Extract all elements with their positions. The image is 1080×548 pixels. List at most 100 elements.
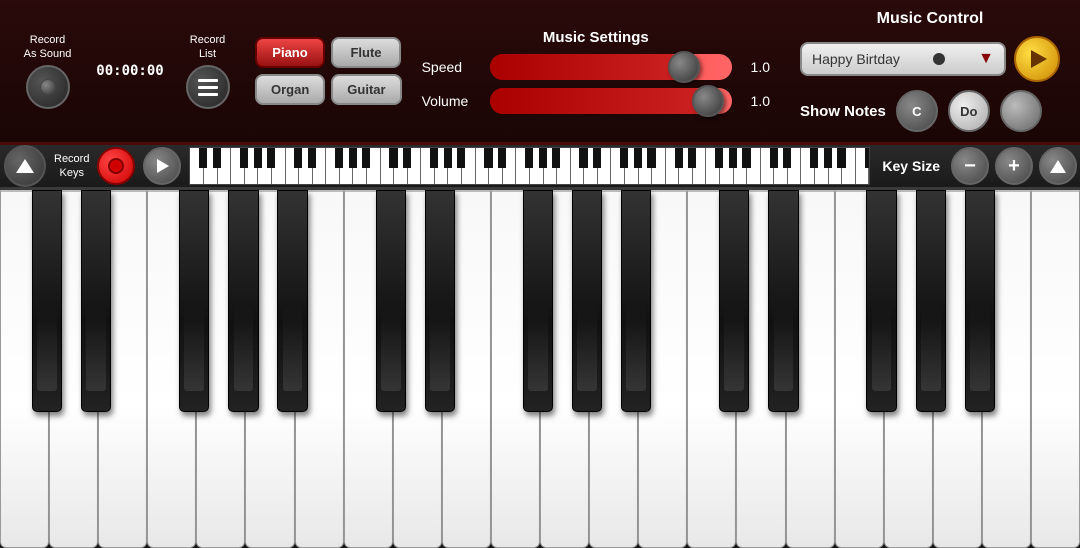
piano-black-key-0-1[interactable] <box>81 190 111 412</box>
key-size-label: Key Size <box>882 158 940 174</box>
mini-black-key <box>267 148 275 168</box>
mini-black-key <box>484 148 492 168</box>
instrument-guitar-button[interactable]: Guitar <box>331 74 401 105</box>
song-select-dropdown[interactable]: Happy Birtday ▼ <box>800 42 1006 76</box>
instrument-flute-button[interactable]: Flute <box>331 37 401 68</box>
scroll-up-icon <box>16 159 34 173</box>
record-list-section: RecordList <box>175 33 240 110</box>
mini-black-key <box>457 148 465 168</box>
piano-black-key-0-3[interactable] <box>179 190 209 412</box>
mini-black-key <box>742 148 750 168</box>
mini-black-key <box>770 148 778 168</box>
show-notes-row: Show Notes C Do <box>800 90 1060 132</box>
song-name-text: Happy Birtday <box>812 51 900 67</box>
mini-black-key <box>810 148 818 168</box>
key-size-increase-button[interactable]: + <box>995 147 1033 185</box>
record-as-sound-button[interactable] <box>26 65 70 109</box>
mini-black-key <box>240 148 248 168</box>
music-settings-title: Music Settings <box>543 29 649 46</box>
key-size-reset-button[interactable] <box>1039 147 1077 185</box>
mini-black-key <box>444 148 452 168</box>
top-bar: RecordAs Sound 00:00:00 RecordList Piano… <box>0 0 1080 145</box>
volume-slider-fill <box>490 88 708 114</box>
speed-label: Speed <box>422 59 482 75</box>
mini-black-key <box>579 148 587 168</box>
mini-black-key <box>254 148 262 168</box>
mini-black-key <box>539 148 547 168</box>
timer-display: 00:00:00 <box>95 63 165 79</box>
piano-black-key-2-3[interactable] <box>866 190 896 412</box>
record-list-button[interactable] <box>186 65 230 109</box>
mini-black-key <box>403 148 411 168</box>
piano-black-key-1-0[interactable] <box>376 190 406 412</box>
piano-black-key-2-4[interactable] <box>916 190 946 412</box>
music-control-title: Music Control <box>800 10 1060 28</box>
mini-black-key <box>199 148 207 168</box>
record-keys-label: RecordKeys <box>54 152 89 181</box>
record-keys-button[interactable] <box>97 147 135 185</box>
instrument-piano-button[interactable]: Piano <box>255 37 325 68</box>
mini-black-key <box>308 148 316 168</box>
piano-black-key-0-0[interactable] <box>32 190 62 412</box>
mini-black-key <box>294 148 302 168</box>
music-settings-section: Music Settings Speed 1.0 Volume 1.0 <box>412 29 780 114</box>
piano-black-key-1-1[interactable] <box>425 190 455 412</box>
song-dot-indicator <box>933 53 945 65</box>
mini-black-key <box>865 148 871 168</box>
key-size-decrease-button[interactable]: − <box>951 147 989 185</box>
middle-bar: RecordKeys Key Size − + <box>0 145 1080 190</box>
play-icon <box>1031 50 1047 68</box>
mini-black-key <box>824 148 832 168</box>
piano-black-key-2-0[interactable] <box>719 190 749 412</box>
mini-black-key <box>525 148 533 168</box>
speed-slider-knob[interactable] <box>668 51 700 83</box>
piano-white-key-21[interactable] <box>1031 190 1080 548</box>
play-song-button[interactable] <box>1014 36 1060 82</box>
record-as-sound-section: RecordAs Sound <box>10 33 85 110</box>
mini-black-key <box>498 148 506 168</box>
record-as-sound-label: RecordAs Sound <box>24 33 72 62</box>
mini-black-key <box>213 148 221 168</box>
play-keys-button[interactable] <box>143 147 181 185</box>
mini-black-key <box>715 148 723 168</box>
music-control-section: Music Control Happy Birtday ▼ Show Notes… <box>790 10 1070 132</box>
mini-black-key <box>620 148 628 168</box>
note-knob-button[interactable] <box>1000 90 1042 132</box>
piano-black-key-2-5[interactable] <box>965 190 995 412</box>
record-dot-icon <box>40 79 56 95</box>
piano-black-key-1-4[interactable] <box>572 190 602 412</box>
scroll-left-button[interactable] <box>4 145 46 187</box>
speed-slider-row: Speed 1.0 <box>422 54 770 80</box>
mini-black-key <box>634 148 642 168</box>
mini-black-key <box>335 148 343 168</box>
speed-slider-fill <box>490 54 684 80</box>
volume-slider-track[interactable] <box>490 88 732 114</box>
piano-black-key-1-3[interactable] <box>523 190 553 412</box>
instrument-row: Piano Flute <box>255 37 402 68</box>
song-row: Happy Birtday ▼ <box>800 36 1060 82</box>
reset-icon <box>1050 160 1066 173</box>
piano-black-key-1-5[interactable] <box>621 190 651 412</box>
mini-black-key <box>430 148 438 168</box>
mini-black-key <box>362 148 370 168</box>
volume-label: Volume <box>422 93 482 109</box>
speed-slider-track[interactable] <box>490 54 732 80</box>
piano-black-key-0-4[interactable] <box>228 190 258 412</box>
piano-black-key-2-1[interactable] <box>768 190 798 412</box>
play-icon <box>157 159 169 173</box>
mini-black-key <box>837 148 845 168</box>
note-do-button[interactable]: Do <box>948 90 990 132</box>
mini-black-key <box>593 148 601 168</box>
mini-black-key <box>688 148 696 168</box>
piano-black-key-0-5[interactable] <box>277 190 307 412</box>
mini-black-key <box>675 148 683 168</box>
record-dot-icon <box>108 158 124 174</box>
instrument-row-2: Organ Guitar <box>255 74 402 105</box>
mini-piano-roll <box>189 147 870 185</box>
piano-area <box>0 190 1080 548</box>
note-c-button[interactable]: C <box>896 90 938 132</box>
mini-black-key <box>647 148 655 168</box>
mini-black-key <box>783 148 791 168</box>
instrument-organ-button[interactable]: Organ <box>255 74 325 105</box>
volume-slider-knob[interactable] <box>692 85 724 117</box>
